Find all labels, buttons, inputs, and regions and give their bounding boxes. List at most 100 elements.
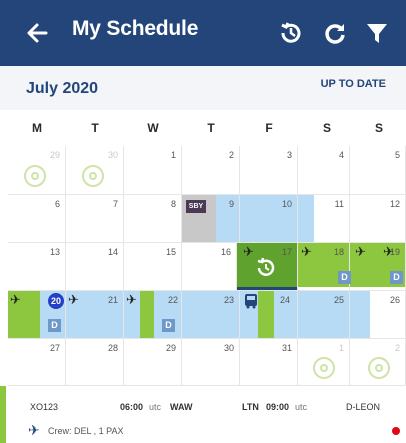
aircraft-registration: D-LEON: [346, 402, 381, 412]
crew-info: Crew: DEL , 1 PAX: [48, 426, 124, 436]
day-number: 12: [389, 199, 400, 209]
month-bar: July 2020 UP TO DATE: [0, 66, 406, 110]
day-cell[interactable]: 29: [124, 339, 182, 386]
plane-icon: ✈: [126, 292, 137, 307]
day-number: 9: [228, 199, 234, 209]
day-number: 26: [389, 295, 400, 305]
weekday-header: T: [91, 121, 99, 135]
day-number: 30: [107, 150, 118, 160]
month-label[interactable]: July 2020: [26, 80, 98, 98]
duty-badge: D: [390, 271, 403, 284]
standby-badge: SBY: [186, 200, 206, 213]
history-icon: [257, 257, 275, 276]
day-number: 31: [281, 343, 292, 353]
arrow-left-icon[interactable]: [22, 16, 52, 50]
day-number: 7: [112, 199, 118, 209]
day-off-icon: [24, 165, 46, 187]
day-number: 6: [54, 199, 60, 209]
day-number: 21: [107, 295, 118, 305]
day-number: 8: [170, 199, 176, 209]
current-day-marker: 20: [48, 293, 64, 309]
status-dot: [392, 427, 400, 435]
weekday-header: S: [374, 121, 383, 135]
plane-icon: ✈: [383, 244, 394, 259]
bus-icon: [245, 294, 257, 309]
plane-icon: ✈: [28, 422, 40, 438]
day-number: 15: [165, 247, 176, 257]
app-bar: My Schedule: [0, 0, 406, 66]
day-number: 28: [107, 343, 118, 353]
duty-badge: D: [162, 319, 175, 332]
day-cell[interactable]: 10: [240, 195, 298, 243]
departure-timezone: utc: [149, 402, 162, 412]
day-number: 22: [168, 295, 179, 305]
refresh-icon[interactable]: [320, 18, 350, 48]
day-number: 18: [333, 247, 344, 257]
day-cell[interactable]: 14: [66, 243, 124, 291]
weekday-header: T: [207, 121, 215, 135]
day-off-icon: [368, 357, 390, 379]
day-number: 1: [338, 343, 344, 353]
history-icon[interactable]: [276, 18, 306, 48]
plane-icon: ✈: [68, 292, 79, 307]
day-number: 10: [281, 199, 292, 209]
day-cell[interactable]: 15: [124, 243, 182, 291]
arrival-time: 09:00: [266, 402, 290, 412]
day-number: 2: [228, 150, 234, 160]
plane-icon: ✈: [355, 244, 366, 259]
weekday-header: M: [32, 121, 42, 135]
day-cell[interactable]: 25: [298, 291, 350, 339]
arrival-timezone: utc: [295, 402, 308, 412]
day-number: 17: [281, 247, 292, 257]
page-title: My Schedule: [72, 17, 199, 40]
duty-badge: D: [338, 271, 351, 284]
weekday-header: S: [322, 121, 331, 135]
day-cell[interactable]: 1: [124, 146, 182, 195]
day-cell[interactable]: 7: [66, 195, 124, 243]
day-cell[interactable]: 26: [350, 291, 406, 339]
day-number: 29: [165, 343, 176, 353]
day-off-icon: [82, 165, 104, 187]
day-cell[interactable]: 16: [182, 243, 237, 291]
day-cell[interactable]: 30: [182, 339, 240, 386]
day-number: 30: [223, 343, 234, 353]
day-number: 25: [333, 295, 344, 305]
day-cell[interactable]: 8: [124, 195, 182, 243]
day-cell[interactable]: 27: [8, 339, 66, 386]
day-cell[interactable]: 5: [350, 146, 406, 195]
day-number: 16: [220, 247, 231, 257]
day-cell[interactable]: 4: [298, 146, 350, 195]
day-number: 24: [280, 295, 291, 305]
flight-indicator: [0, 386, 6, 443]
day-cell[interactable]: 28: [66, 339, 124, 386]
plane-icon: ✈: [301, 244, 312, 259]
flight-number: XO123: [30, 402, 59, 412]
day-number: 13: [49, 247, 60, 257]
day-number: 4: [338, 150, 344, 160]
flight-detail-card[interactable]: XO123 06:00 utc WAW LTN 09:00 utc D-LEON…: [0, 386, 406, 443]
day-number: 5: [394, 150, 400, 160]
day-number: 23: [223, 295, 234, 305]
filter-icon[interactable]: [362, 18, 392, 48]
day-cell[interactable]: 13: [8, 243, 66, 291]
day-number: 14: [107, 247, 118, 257]
day-number: 1: [170, 150, 176, 160]
day-cell[interactable]: 11: [298, 195, 350, 243]
departure-time: 06:00: [120, 402, 144, 412]
plane-icon: ✈: [243, 244, 254, 259]
arrival-airport: LTN: [242, 402, 259, 412]
plane-icon: ✈: [10, 292, 21, 307]
day-number: 2: [394, 343, 400, 353]
day-cell[interactable]: 31: [240, 339, 298, 386]
day-cell[interactable]: 12: [350, 195, 406, 243]
day-cell[interactable]: 2: [182, 146, 240, 195]
day-number: 27: [49, 343, 60, 353]
day-off-icon: [313, 357, 335, 379]
day-number: 29: [49, 150, 60, 160]
day-cell[interactable]: 3: [240, 146, 298, 195]
weekday-header: W: [147, 121, 159, 135]
day-cell[interactable]: 23: [182, 291, 240, 339]
day-number: 3: [286, 150, 292, 160]
day-cell[interactable]: 6: [8, 195, 66, 243]
departure-airport: WAW: [170, 402, 193, 412]
